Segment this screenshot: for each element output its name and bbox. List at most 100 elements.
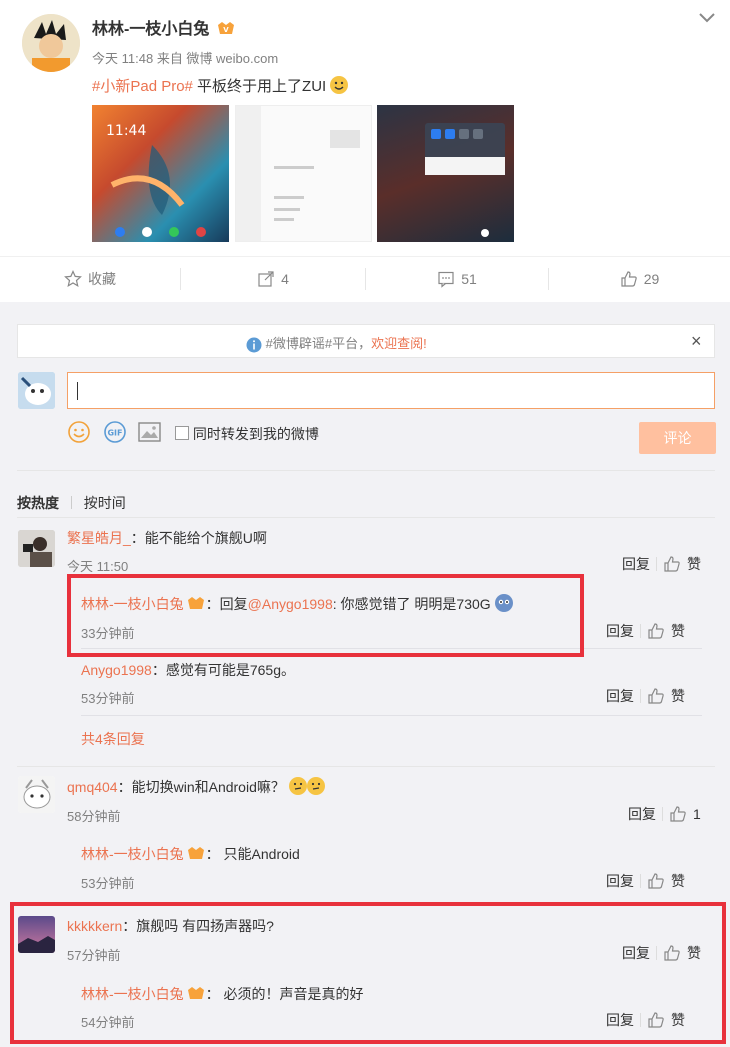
action-bar-top-border [0,256,730,257]
post-author-name[interactable]: 林林-一枝小白兔 V [92,15,236,39]
like-count: 29 [643,271,660,287]
action-divider [640,874,641,888]
reply-separator [81,715,702,716]
notice-bar: #微博辟谣#平台，欢迎查阅! × [17,324,715,358]
like-button[interactable]: 29 [549,262,730,296]
post-meta: 今天 11:48 来自 微博 weibo.com [92,48,278,67]
favorite-label: 收藏 [88,271,116,287]
commenter-avatar[interactable] [18,776,55,813]
comment-text-row: qmq404：能切换win和Android嘛？ [67,777,325,797]
favorite-button[interactable]: 收藏 [0,262,180,296]
like-count[interactable]: 1 [693,806,701,822]
notice-link[interactable]: 欢迎查阅! [371,336,427,351]
like-button[interactable]: 赞 [671,686,685,706]
reply-text-row: Anygo1998：感觉有可能是765g。 [81,660,295,680]
smile-icon[interactable] [68,421,90,443]
info-icon [246,337,262,353]
reply-text: ：感觉有可能是765g。 [151,662,295,678]
thumb-up-icon [621,271,637,287]
repost-checkbox[interactable] [175,426,189,440]
reply-actions: 回复 赞 [606,686,685,706]
image-icon[interactable] [138,422,161,442]
notice-close-icon[interactable]: × [691,331,702,352]
comment-input[interactable] [76,373,700,408]
repost-checkbox-row[interactable]: 同时转发到我的微博 [175,424,319,444]
post-time[interactable]: 今天 11:48 [92,51,153,66]
svg-text:GIF: GIF [107,429,122,438]
gif-icon[interactable]: GIF [103,421,127,443]
reply-time: 53分钟前 [81,876,135,891]
action-divider [640,624,641,638]
post-source[interactable]: 来自 微博 weibo.com [157,51,278,66]
post-body: 平板终于用上了ZUI [192,78,327,95]
comment-actions: 回复 赞 [622,554,701,574]
repost-count: 4 [281,271,289,287]
svg-text:V: V [223,26,229,34]
reply-button[interactable]: 回复 [606,686,634,706]
reply-button[interactable]: 回复 [606,871,634,891]
sort-separator [17,517,715,518]
post-text: #小新Pad Pro# 平板终于用上了ZUI [92,75,349,96]
sort-hot-tab[interactable]: 按热度 [17,495,59,511]
like-button[interactable]: 赞 [671,621,685,641]
highlight-box [67,574,584,657]
post-image-2[interactable] [235,105,372,242]
thumb-up-icon[interactable] [669,805,687,823]
comment-user[interactable]: 繁星皓月_ [67,530,131,546]
current-user-avatar[interactable] [18,372,55,409]
comment-input-wrapper [67,372,715,409]
notice-text: #微博辟谣#平台，欢迎查阅! [246,333,427,353]
notice-prefix: #微博辟谣#平台， [265,336,372,351]
post-image-3[interactable] [377,105,514,242]
comment-time: 58分钟前 [67,809,121,824]
comment-user[interactable]: qmq404 [67,779,118,795]
post-hashtag[interactable]: #小新Pad Pro# [92,78,193,95]
comment-text-row: 繁星皓月_：能不能给个旗舰U啊 [67,528,267,548]
post-author-avatar[interactable] [22,14,80,72]
thinking-emoji-icon [288,777,307,795]
comment-separator [17,766,715,767]
comment-button[interactable]: 51 [366,262,548,296]
reply-list: 林林-一枝小白兔 ： 只能Android 53分钟前 回复 赞 [67,831,716,895]
more-replies-link[interactable]: 共4条回复 [81,729,145,749]
reply-actions: 回复 赞 [606,621,685,641]
post-image-1[interactable]: 11:44 [92,105,229,242]
action-divider [662,807,663,821]
sort-tabs: 按热度 按时间 [17,493,126,513]
text-cursor [77,382,78,400]
repost-button[interactable]: 4 [181,262,365,296]
thinking-emoji-icon [306,777,325,795]
svg-text:11:44: 11:44 [106,123,146,139]
sort-time-tab[interactable]: 按时间 [84,495,126,511]
thumb-up-icon[interactable] [647,622,665,640]
vip-badge-icon [187,847,204,859]
thumb-up-icon[interactable] [647,872,665,890]
reply-user[interactable]: 林林-一枝小白兔 [81,846,184,862]
reply-actions: 回复 赞 [606,871,685,891]
reply-time: 53分钟前 [81,691,135,706]
comment-count: 51 [461,271,477,287]
submit-comment-button[interactable]: 评论 [639,422,716,454]
comment-actions: 回复 1 [628,804,701,824]
reply-user[interactable]: Anygo1998 [81,662,152,678]
repost-icon [258,271,274,287]
sort-divider [70,496,72,509]
chevron-down-icon[interactable] [698,10,716,24]
comment-text: ：能切换win和Android嘛？ [117,779,285,795]
like-button[interactable]: 赞 [687,554,701,574]
reply-button[interactable]: 回复 [628,804,656,824]
thumb-up-icon[interactable] [647,687,665,705]
like-button[interactable]: 赞 [671,871,685,891]
post-author-link[interactable]: 林林-一枝小白兔 [92,21,209,38]
commenter-avatar[interactable] [18,530,55,567]
comment-time: 今天 11:50 [67,559,129,574]
comment-text: ：能不能给个旗舰U啊 [130,530,267,546]
reply-button[interactable]: 回复 [622,554,650,574]
smile-emoji-icon [330,76,349,94]
reply-button[interactable]: 回复 [606,621,634,641]
action-divider [640,689,641,703]
action-divider [656,557,657,571]
reply-text: ： 只能Android [205,846,300,862]
composer-separator [17,470,715,471]
thumb-up-icon[interactable] [663,555,681,573]
